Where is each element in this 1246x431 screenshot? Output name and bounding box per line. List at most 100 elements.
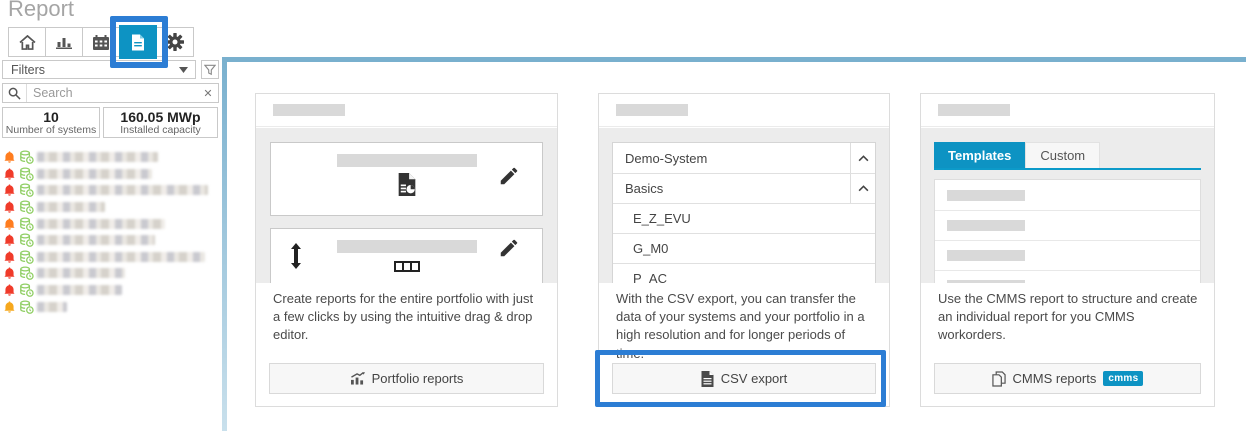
filters-dropdown[interactable]: Filters — [2, 60, 196, 79]
system-type-icon — [19, 300, 34, 314]
system-name-redacted — [37, 302, 67, 312]
system-list-item[interactable] — [3, 232, 218, 249]
bar-chart-icon — [56, 35, 72, 49]
move-updown-icon — [289, 243, 303, 269]
stat-installed-capacity: 160.05 MWp Installed capacity — [103, 107, 218, 138]
row-skeleton — [947, 250, 1025, 261]
portfolio-reports-button[interactable]: Portfolio reports — [269, 363, 544, 394]
system-list-item[interactable] — [3, 298, 218, 315]
csv-tree-label: Demo-System — [613, 151, 850, 166]
header-skeleton — [616, 104, 688, 116]
report-chart-icon — [396, 172, 417, 197]
alarm-bell-icon — [3, 150, 16, 164]
text-skeleton — [337, 240, 477, 253]
header-skeleton — [938, 104, 1010, 116]
system-list — [3, 149, 218, 315]
csv-tree-label: P_AC — [613, 271, 875, 283]
search-input[interactable] — [27, 86, 198, 100]
stat-value: 10 — [3, 109, 99, 125]
editor-row-preview — [270, 142, 543, 216]
clear-search-icon[interactable]: ✕ — [198, 87, 218, 100]
system-list-item[interactable] — [3, 215, 218, 232]
alarm-bell-icon — [3, 283, 16, 297]
system-type-icon — [19, 150, 34, 164]
toolbar-report-button[interactable] — [119, 25, 157, 59]
alarm-bell-icon — [3, 233, 16, 247]
home-icon — [19, 35, 36, 50]
system-name-redacted — [37, 202, 105, 212]
alarm-bell-icon — [3, 250, 16, 264]
stat-value: 160.05 MWp — [104, 109, 217, 125]
cmms-badge: cmms — [1103, 371, 1143, 386]
system-name-redacted — [37, 185, 208, 195]
csv-tree-row: Basics — [613, 173, 875, 203]
stat-label: Installed capacity — [104, 125, 217, 136]
alarm-bell-icon — [3, 217, 16, 231]
system-list-item[interactable] — [3, 166, 218, 183]
search-icon — [3, 84, 27, 102]
system-name-redacted — [37, 219, 165, 229]
card-header — [921, 94, 1214, 127]
system-type-icon — [19, 233, 34, 247]
pencil-icon — [498, 237, 520, 259]
card-description: With the CSV export, you can transfer th… — [616, 290, 875, 363]
text-skeleton — [337, 154, 477, 167]
alarm-bell-icon — [3, 300, 16, 314]
content-frame-left — [222, 57, 227, 431]
funnel-icon — [204, 64, 216, 76]
alarm-bell-icon — [3, 167, 16, 181]
card-header — [599, 94, 889, 127]
chevron-down-icon — [179, 67, 195, 73]
system-list-item[interactable] — [3, 182, 218, 199]
chevron-up-icon — [850, 143, 875, 173]
system-name-redacted — [37, 152, 158, 162]
system-list-item[interactable] — [3, 199, 218, 216]
toolbar-home-button[interactable] — [8, 27, 46, 57]
template-skeleton-row — [935, 180, 1200, 210]
stat-number-of-systems: 10 Number of systems — [2, 107, 100, 138]
templates-preview-list — [934, 179, 1201, 283]
row-skeleton — [947, 280, 1025, 283]
system-type-icon — [19, 250, 34, 264]
toolbar-settings-button[interactable] — [156, 27, 194, 57]
card-cmms-reports: Templates Custom Use the CMMS report to … — [920, 93, 1215, 407]
alarm-bell-icon — [3, 183, 16, 197]
copy-pages-icon — [992, 371, 1006, 387]
cmms-reports-button[interactable]: CMMS reports cmms — [934, 363, 1201, 394]
system-list-item[interactable] — [3, 265, 218, 282]
card-description: Create reports for the entire portfolio … — [273, 290, 543, 345]
system-name-redacted — [37, 285, 122, 295]
header-skeleton — [273, 104, 345, 116]
system-list-item[interactable] — [3, 249, 218, 266]
stat-label: Number of systems — [3, 125, 99, 136]
alarm-bell-icon — [3, 200, 16, 214]
csv-tree-row: E_Z_EVU — [613, 203, 875, 233]
template-skeleton-row — [935, 270, 1200, 283]
button-label: Portfolio reports — [372, 371, 464, 386]
toolbar-analysis-button[interactable] — [45, 27, 83, 57]
gear-icon — [166, 33, 184, 51]
card-header — [256, 94, 557, 127]
page-title: Report — [8, 0, 74, 22]
system-list-item[interactable] — [3, 149, 218, 166]
content-frame-top — [222, 57, 1246, 62]
row-skeleton — [947, 220, 1025, 231]
filters-label: Filters — [3, 63, 179, 77]
row-skeleton — [947, 190, 1025, 201]
calendar-icon — [93, 35, 109, 50]
button-label: CMMS reports — [1013, 371, 1097, 386]
alarm-bell-icon — [3, 266, 16, 280]
system-name-redacted — [37, 268, 125, 278]
filter-funnel-button[interactable] — [201, 60, 219, 79]
system-type-icon — [19, 183, 34, 197]
csv-export-preview: Demo-System BasicsE_Z_EVU G_M0 P_AC — [599, 128, 889, 283]
csv-export-button[interactable]: CSV export — [612, 363, 876, 394]
csv-tree-label: G_M0 — [613, 241, 875, 256]
system-list-item[interactable] — [3, 282, 218, 299]
csv-tree-row: Demo-System — [613, 143, 875, 173]
editor-row-preview — [270, 228, 543, 283]
system-type-icon — [19, 200, 34, 214]
toolbar-calendar-button[interactable] — [82, 27, 120, 57]
pencil-icon — [498, 165, 520, 187]
report-icon — [131, 34, 145, 51]
